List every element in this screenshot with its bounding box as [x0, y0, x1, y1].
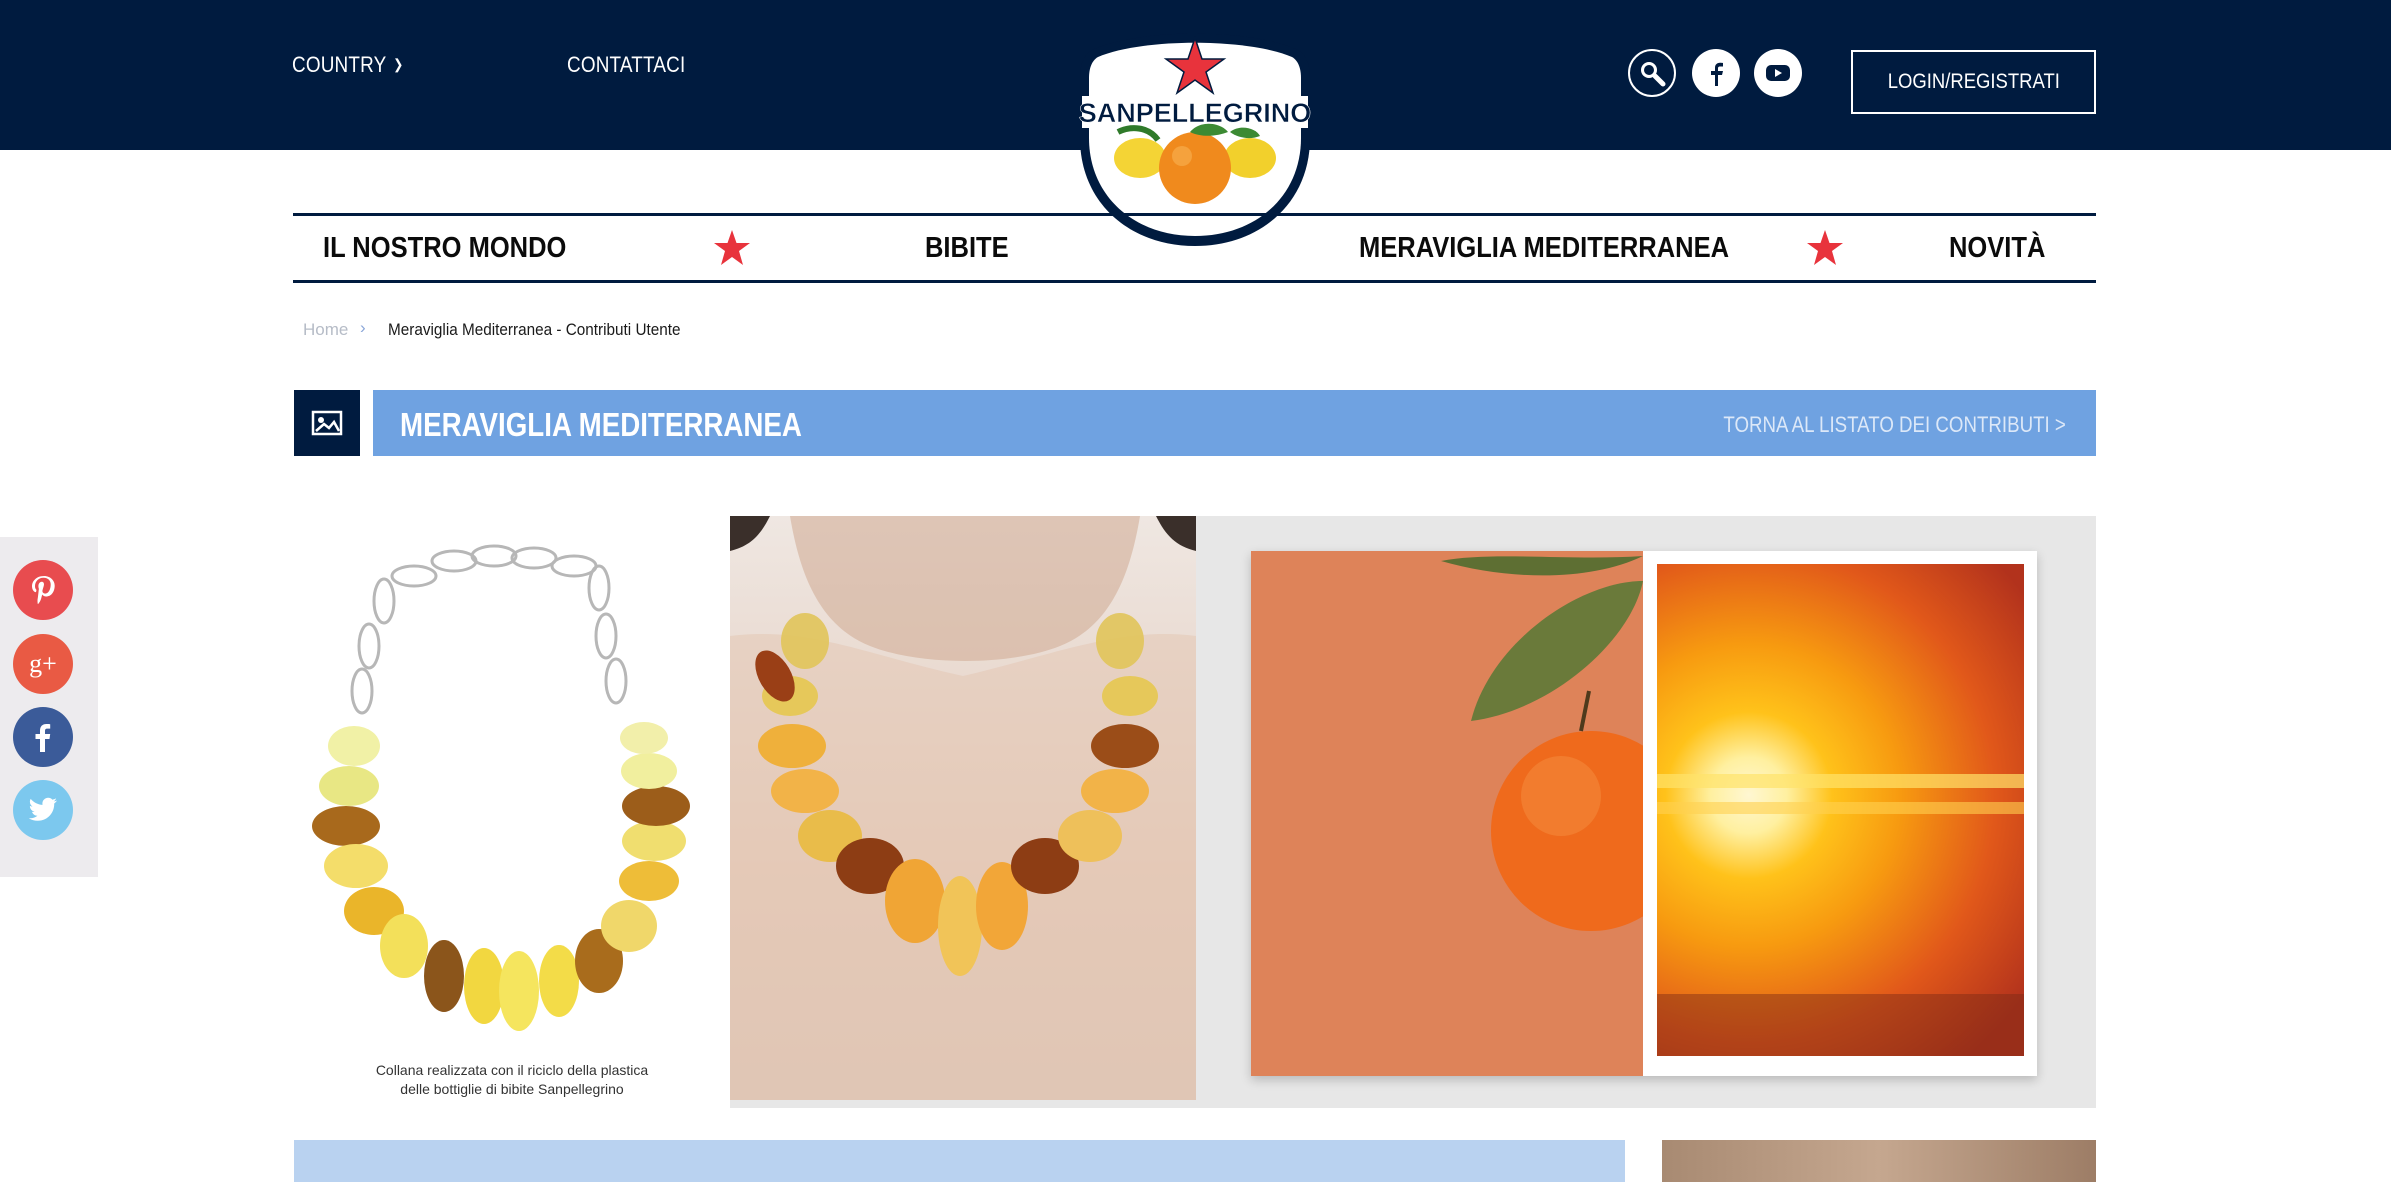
logo-wordmark: SANPELLEGRINO	[1079, 98, 1312, 128]
google-plus-share-button[interactable]: g+	[13, 634, 73, 694]
breadcrumb-current: Meraviglia Mediterranea - Contributi Ute…	[388, 320, 681, 339]
caption-line: delle bottiglie di bibite Sanpellegrino	[400, 1081, 624, 1097]
youtube-icon	[1766, 65, 1790, 81]
nav-item-bibite[interactable]: BIBITE	[925, 232, 1009, 265]
star-icon	[1807, 230, 1843, 265]
nav-item-il-nostro-mondo[interactable]: IL NOSTRO MONDO	[323, 232, 566, 265]
sunset-image	[1657, 774, 2024, 1056]
sunset-panel	[1657, 564, 2024, 1056]
login-register-button[interactable]: LOGIN/REGISTRATI	[1851, 50, 2096, 114]
caption-line: Collana realizzata con il riciclo della …	[375, 1062, 649, 1078]
orange-panel	[1251, 551, 1643, 1076]
necklace-photo[interactable]: Collana realizzata con il riciclo della …	[294, 516, 730, 1108]
pinterest-icon	[32, 576, 55, 605]
section-header: MERAVIGLIA MEDITERRANEA TORNA AL LISTATO…	[373, 390, 2096, 456]
back-to-list-link[interactable]: TORNA AL LISTATO DEI CONTRIBUTI >	[1724, 412, 2066, 438]
twitter-icon	[28, 797, 57, 821]
necklace-worn-image	[730, 516, 1196, 1100]
country-dropdown[interactable]: COUNTRY ❯	[292, 52, 404, 78]
share-bar: g+	[0, 537, 98, 877]
login-register-label: LOGIN/REGISTRATI	[1887, 70, 2060, 93]
pinterest-share-button[interactable]	[13, 560, 73, 620]
next-section-bar	[294, 1140, 1625, 1182]
necklace-caption: Collana realizzata con il riciclo della …	[294, 1061, 730, 1099]
facebook-icon	[35, 724, 51, 752]
facebook-button[interactable]	[1692, 49, 1740, 97]
contribution-gallery: Collana realizzata con il riciclo della …	[294, 516, 2096, 1108]
facebook-icon	[1711, 62, 1723, 86]
page: COUNTRY ❯ CONTATTACI LOGIN/REGISTRATI SA…	[0, 0, 2391, 1182]
orange-sunset-artwork[interactable]	[1251, 551, 2037, 1076]
section-title: MERAVIGLIA MEDITERRANEA	[400, 406, 802, 443]
next-section-image[interactable]	[1662, 1140, 2096, 1182]
twitter-share-button[interactable]	[13, 780, 73, 840]
facebook-share-button[interactable]	[13, 707, 73, 767]
google-plus-icon: g+	[29, 649, 57, 678]
contact-link[interactable]: CONTATTACI	[567, 52, 685, 78]
nav-item-novita[interactable]: NOVITÀ	[1949, 232, 2045, 265]
search-icon	[1641, 62, 1666, 87]
necklace-worn-photo[interactable]	[730, 516, 1196, 1100]
breadcrumb-home[interactable]: Home	[303, 320, 348, 340]
main-nav: IL NOSTRO MONDO BIBITE MERAVIGLIA MEDITE…	[293, 213, 2096, 283]
section-image-icon-box	[294, 390, 360, 456]
country-label: COUNTRY	[292, 52, 387, 77]
necklace-image	[312, 544, 690, 1031]
breadcrumb-separator: ›	[360, 318, 366, 337]
search-button[interactable]	[1628, 49, 1676, 97]
chevron-down-icon: ❯	[393, 56, 404, 72]
image-icon	[311, 410, 343, 436]
youtube-button[interactable]	[1754, 49, 1802, 97]
nav-item-meraviglia-mediterranea[interactable]: MERAVIGLIA MEDITERRANEA	[1359, 232, 1729, 265]
orange-image	[1441, 556, 1643, 931]
star-icon	[714, 230, 750, 265]
